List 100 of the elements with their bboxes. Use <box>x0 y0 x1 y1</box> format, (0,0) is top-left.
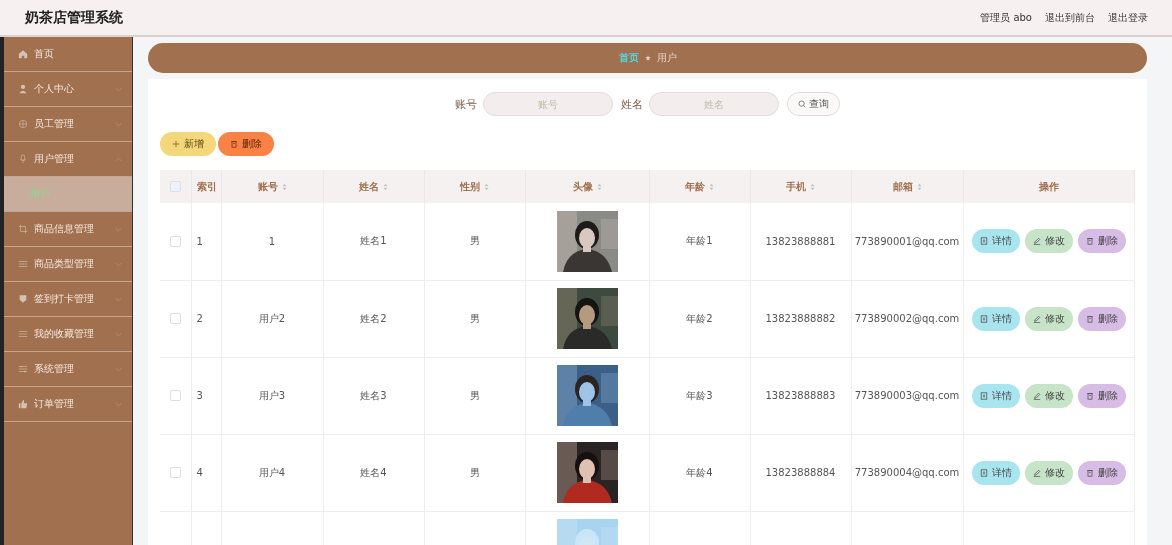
column-header: 操作 <box>1038 179 1059 194</box>
plus-icon <box>172 140 180 148</box>
edit-button[interactable]: 修改 <box>1024 306 1073 331</box>
delete-button[interactable]: 删除 <box>1077 229 1126 254</box>
table-cell: 773890003@qq.com <box>854 390 960 401</box>
sidebar-item[interactable]: 订单管理 <box>4 387 132 422</box>
sort-icon[interactable] <box>383 182 388 191</box>
table-cell: 姓名4 <box>360 466 387 478</box>
table-cell: 用户4 <box>258 466 286 478</box>
sort-icon[interactable] <box>810 182 815 191</box>
table-cell: 年龄3 <box>686 389 713 401</box>
detail-button[interactable]: 详情 <box>971 229 1020 254</box>
chevron-icon <box>115 401 122 407</box>
table-cell: 2 <box>196 313 203 324</box>
chevron-icon <box>115 226 122 232</box>
delete-button[interactable]: 删除 <box>218 132 274 156</box>
header-link[interactable]: 退出登录 <box>1108 10 1148 25</box>
delete-button[interactable]: 删除 <box>1077 306 1126 331</box>
trash-icon <box>1085 468 1094 477</box>
pin-icon <box>18 294 28 304</box>
search-icon <box>798 100 806 108</box>
table-cell: 男 <box>469 312 480 324</box>
breadcrumb-link[interactable]: 用户 <box>656 51 677 65</box>
sort-icon[interactable] <box>709 182 714 191</box>
table-cell: 男 <box>469 389 480 401</box>
table-cell: 13823888881 <box>765 235 836 247</box>
table-cell: 用户3 <box>258 389 286 401</box>
chevron-icon <box>115 366 122 372</box>
sort-icon[interactable] <box>484 182 489 191</box>
edit-button[interactable]: 修改 <box>1024 229 1073 254</box>
add-button[interactable]: 新增 <box>160 132 216 156</box>
edit-button[interactable]: 修改 <box>1024 460 1073 485</box>
table-cell: 年龄4 <box>686 466 713 478</box>
table-cell: 13823888882 <box>765 313 836 324</box>
crop-icon <box>18 224 28 234</box>
column-header[interactable]: 姓名 <box>359 179 388 194</box>
search-field[interactable]: 账号 <box>483 92 613 116</box>
person-icon <box>18 84 28 94</box>
trash-icon <box>1085 237 1094 246</box>
sidebar-item[interactable]: 签到打卡管理 <box>4 282 132 317</box>
table-cell: 用户2 <box>258 312 286 324</box>
home-icon <box>18 49 28 59</box>
trash-icon <box>1085 391 1094 400</box>
sort-icon[interactable] <box>916 182 922 191</box>
header-link[interactable]: 管理员 abo <box>980 10 1032 25</box>
table-cell: 姓名3 <box>360 389 387 401</box>
sort-icon[interactable] <box>596 182 602 191</box>
sort-icon[interactable] <box>281 182 287 191</box>
checkbox[interactable] <box>169 390 181 402</box>
sidebar-item[interactable]: 我的收藏管理 <box>4 317 132 352</box>
column-header[interactable]: 账号 <box>257 179 287 194</box>
search-button[interactable]: 查询 <box>787 92 840 116</box>
table-cell: 男 <box>469 235 480 247</box>
sidebar-item[interactable]: 首页 <box>4 37 132 72</box>
pencil-icon <box>1032 314 1041 323</box>
pencil-icon <box>1032 468 1041 477</box>
checkbox[interactable] <box>169 467 181 479</box>
header-link[interactable]: 退出到前台 <box>1045 10 1095 25</box>
checkbox[interactable] <box>169 313 181 325</box>
column-header[interactable]: 手机 <box>786 179 815 194</box>
table-cell: 3 <box>196 390 203 401</box>
detail-button[interactable]: 详情 <box>971 383 1020 408</box>
mic-icon <box>18 154 28 164</box>
document-icon <box>979 237 988 246</box>
table-cell: 4 <box>196 467 203 478</box>
column-header[interactable]: 邮箱 <box>892 179 922 194</box>
sidebar-item[interactable]: 系统管理 <box>4 352 132 387</box>
detail-button[interactable]: 详情 <box>971 460 1020 485</box>
table-cell: 13823888883 <box>765 390 836 401</box>
column-header[interactable]: 性别 <box>460 179 489 194</box>
sidebar-item[interactable]: 员工管理 <box>4 107 132 142</box>
column-header[interactable]: 头像 <box>572 179 602 194</box>
table-cell: 男 <box>469 466 480 478</box>
table-cell: 年龄2 <box>686 312 713 324</box>
document-icon <box>979 314 988 323</box>
table-cell: 1 <box>268 235 276 247</box>
detail-button[interactable]: 详情 <box>971 306 1020 331</box>
chevron-icon <box>115 261 122 267</box>
thumb-icon <box>18 399 28 409</box>
table-cell: 773890004@qq.com <box>854 467 960 478</box>
chevron-icon <box>115 296 122 302</box>
pencil-icon <box>1032 391 1041 400</box>
edit-button[interactable]: 修改 <box>1024 383 1073 408</box>
chevron-icon <box>115 331 122 337</box>
delete-button[interactable]: 删除 <box>1077 460 1126 485</box>
table-cell: 姓名2 <box>360 312 387 324</box>
list-icon <box>18 329 28 339</box>
sidebar-item[interactable]: 商品信息管理 <box>4 212 132 247</box>
list-icon <box>18 259 28 269</box>
table-cell: 1 <box>196 235 203 247</box>
checkbox[interactable] <box>169 236 181 247</box>
breadcrumb-link[interactable]: 首页 <box>618 51 639 65</box>
sidebar-item[interactable]: 个人中心 <box>4 72 132 107</box>
column-header[interactable]: 年龄 <box>685 179 714 194</box>
field-label: 姓名 <box>621 96 643 112</box>
pencil-icon <box>1032 237 1041 246</box>
checkbox[interactable] <box>169 181 181 193</box>
table-cell: 姓名1 <box>360 235 387 247</box>
sidebar-item[interactable]: 商品类型管理 <box>4 247 132 282</box>
delete-button[interactable]: 删除 <box>1077 383 1126 408</box>
